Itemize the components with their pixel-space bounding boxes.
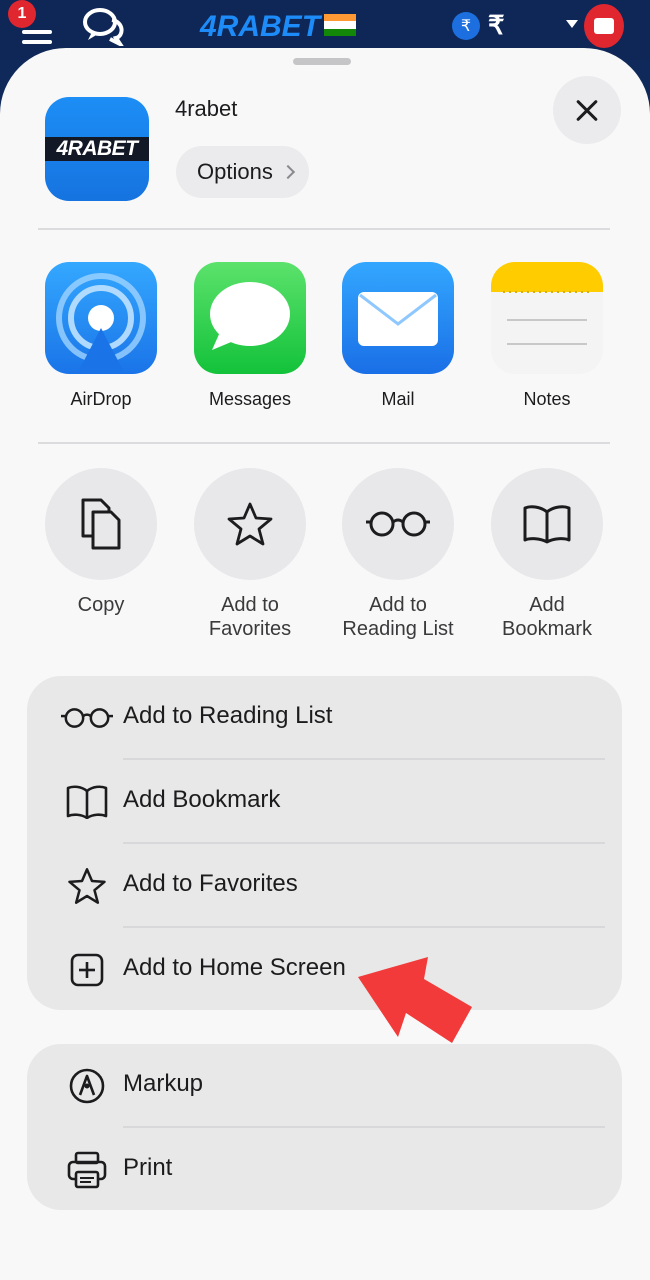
glasses-icon — [61, 698, 113, 738]
action-label: Add to — [369, 594, 427, 616]
share-app-notes[interactable]: Notes — [487, 262, 607, 410]
options-button[interactable]: Options — [176, 146, 309, 198]
action-add-to-reading-list[interactable]: Add to Reading List — [323, 468, 473, 641]
share-app-label: Messages — [208, 389, 292, 409]
wallet-icon[interactable] — [584, 4, 624, 48]
list-item-label: Add Bookmark — [123, 786, 281, 813]
share-app-mail[interactable]: Mail — [338, 262, 458, 410]
notification-badge[interactable]: 1 — [8, 0, 36, 28]
plus-square-icon — [61, 950, 113, 990]
mail-icon — [342, 262, 454, 374]
action-add-bookmark[interactable]: Add Bookmark — [472, 468, 622, 641]
pointer-arrow-icon — [358, 957, 472, 1043]
chat-icon[interactable] — [82, 6, 126, 50]
printer-icon — [61, 1150, 113, 1190]
list-item-label: Markup — [123, 1070, 204, 1097]
app-icon: 4RABET — [45, 97, 149, 201]
list-item-print[interactable]: Print — [27, 1128, 622, 1212]
share-app-airdrop[interactable]: AirDrop — [41, 262, 161, 410]
share-app-label: Mail — [381, 389, 415, 409]
divider — [38, 442, 610, 444]
action-copy[interactable]: Copy — [26, 468, 176, 617]
list-item-label: Add to Favorites — [123, 870, 298, 897]
share-sheet: 4RABET 4rabet Options AirDrop Messages M… — [0, 48, 650, 1280]
balance-value: ₹ — [488, 10, 505, 40]
action-label: Add — [529, 594, 565, 616]
airdrop-icon — [45, 262, 157, 374]
copy-icon — [45, 468, 157, 580]
list-item-add-to-reading-list[interactable]: Add to Reading List — [27, 676, 622, 760]
action-label: Copy — [77, 594, 125, 616]
list-item-label: Add to Reading List — [123, 702, 333, 729]
list-item-markup[interactable]: Markup — [27, 1044, 622, 1128]
chevron-down-icon[interactable] — [566, 20, 578, 28]
share-app-messages[interactable]: Messages — [190, 262, 310, 410]
action-add-to-favorites[interactable]: Add to Favorites — [175, 468, 325, 641]
list-item-label: Print — [123, 1154, 173, 1181]
share-app-label: AirDrop — [70, 389, 132, 409]
glasses-icon — [342, 468, 454, 580]
page-title: 4rabet — [175, 96, 238, 121]
close-button[interactable] — [553, 76, 621, 144]
action-label-line2: Reading List — [342, 618, 454, 640]
notes-icon — [491, 262, 603, 374]
chevron-right-icon — [280, 164, 295, 180]
star-icon — [61, 866, 113, 906]
action-label-line2: Favorites — [208, 618, 292, 640]
action-label: Add to — [221, 594, 279, 616]
rupee-icon[interactable]: ₹ — [452, 12, 480, 40]
options-label: Options — [197, 159, 273, 184]
star-icon — [194, 468, 306, 580]
markup-icon — [61, 1066, 113, 1106]
list-item-label: Add to Home Screen — [123, 954, 346, 981]
action-label-line2: Bookmark — [501, 618, 593, 640]
book-icon — [61, 782, 113, 822]
share-app-label: Notes — [523, 389, 571, 409]
site-logo[interactable]: 4RABET — [200, 10, 320, 44]
list-item-add-bookmark[interactable]: Add Bookmark — [27, 760, 622, 844]
list-item-add-to-home-screen[interactable]: Add to Home Screen — [27, 928, 622, 1012]
india-flag-icon[interactable] — [324, 14, 356, 36]
list-item-add-to-favorites[interactable]: Add to Favorites — [27, 844, 622, 928]
book-icon — [491, 468, 603, 580]
app-icon-logo-text: 4RABET — [45, 137, 149, 161]
messages-icon — [194, 262, 306, 374]
action-list-group: Add to Reading List Add Bookmark Add to … — [27, 676, 622, 1010]
divider — [38, 228, 610, 230]
action-list-group-2: Markup Print — [27, 1044, 622, 1210]
sheet-grabber[interactable] — [293, 58, 351, 65]
